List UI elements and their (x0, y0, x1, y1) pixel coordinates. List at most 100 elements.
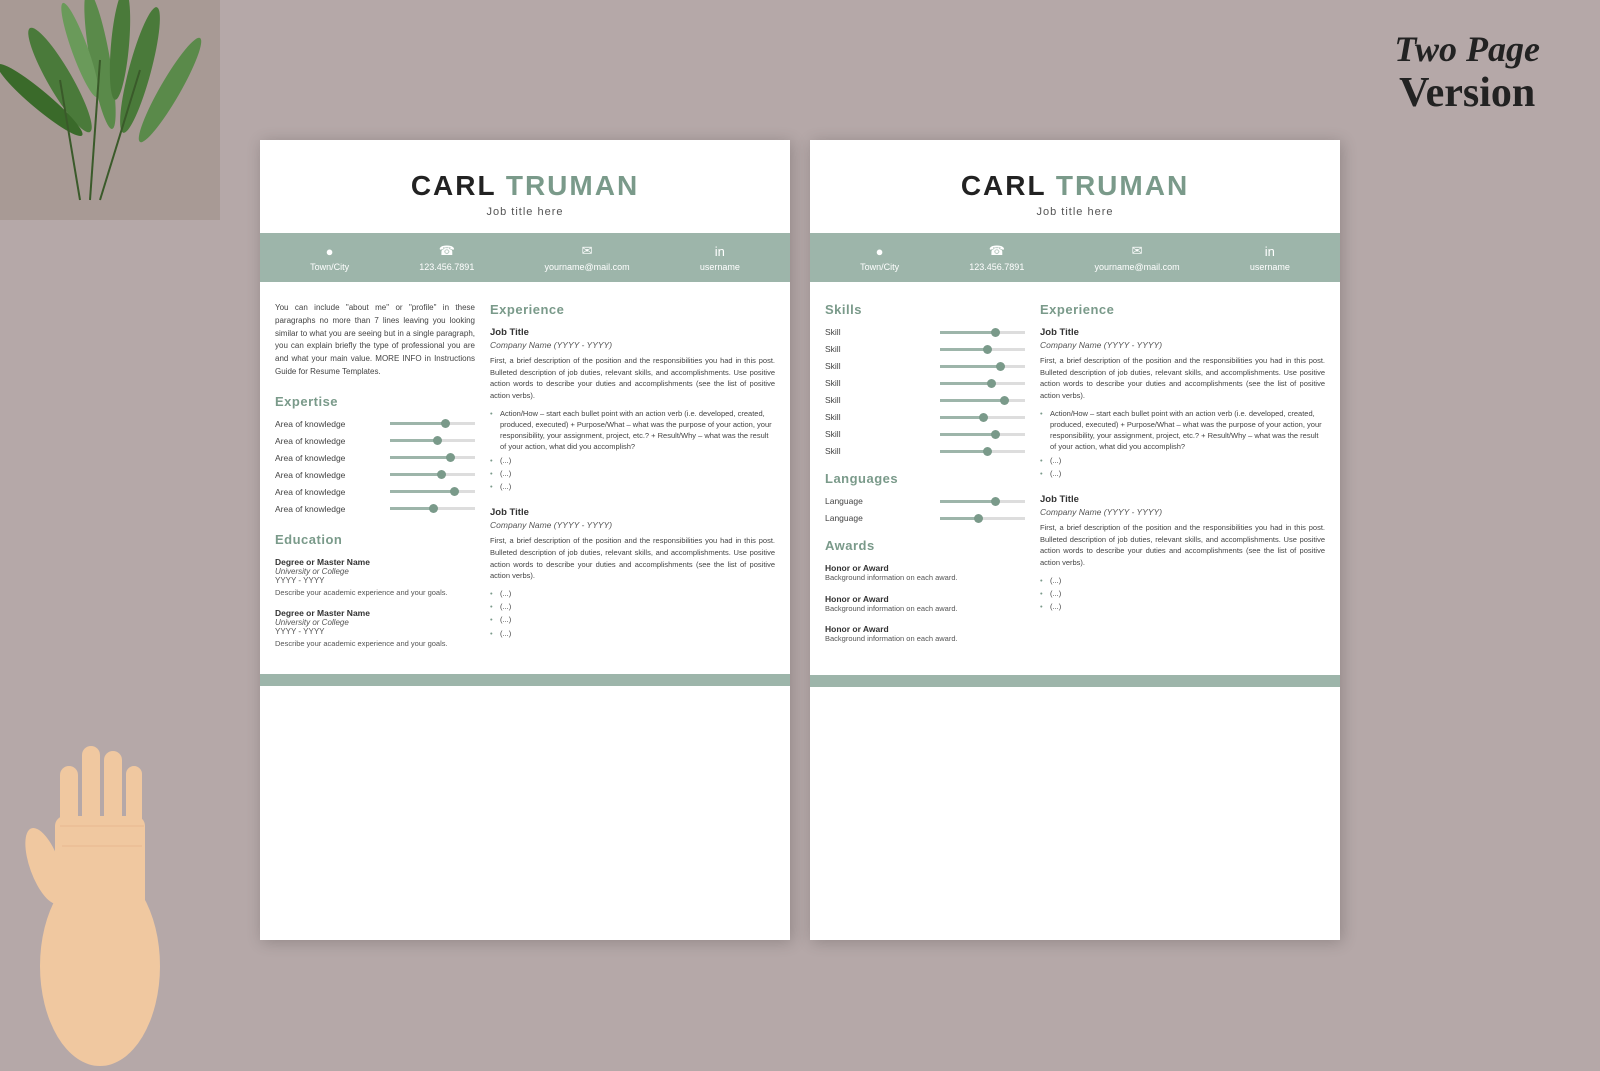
page1-exp-company-1: Company Name (YYYY - YYYY) (490, 340, 775, 350)
page1-exp-job-2: Job Title (490, 507, 775, 518)
p2-bar-3 (940, 365, 1025, 368)
p2-skill-label-2: Skill (825, 344, 920, 354)
page1-body: You can include "about me" or "profile" … (260, 282, 790, 674)
p2-lang-label-1: Language (825, 496, 920, 506)
p2-dot-3 (996, 362, 1005, 371)
p2-skill-2: Skill (825, 344, 1025, 354)
p2-skill-4: Skill (825, 378, 1025, 388)
skill-fill-2 (390, 439, 437, 442)
location-icon: ● (326, 244, 334, 259)
linkedin-icon: in (715, 244, 725, 259)
skill-bar-5 (390, 490, 475, 493)
page2-linkedin-icon: in (1265, 244, 1275, 259)
skill-label-6: Area of knowledge (275, 504, 370, 514)
p2-fill-1 (940, 331, 995, 334)
page2-email-text: yourname@mail.com (1095, 262, 1180, 272)
page2-awards-list: Honor or Award Background information on… (825, 563, 1025, 645)
page2-contact-bar: ● Town/City ☎ 123.456.7891 ✉ yourname@ma… (810, 233, 1340, 282)
page2-email-icon: ✉ (1132, 243, 1143, 259)
page1-expertise-skills: Area of knowledge Area of knowledge (275, 419, 475, 514)
page1-profile-text: You can include "about me" or "profile" … (275, 302, 475, 379)
page1-exp-bullet-1-1: Action/How – start each bullet point wit… (490, 408, 775, 453)
p2-lang-dot-2 (974, 514, 983, 523)
p2-dot-4 (987, 379, 996, 388)
page2-contact-linkedin: in username (1250, 244, 1290, 272)
resume-page2-header: CARL TRUMAN Job title here (810, 140, 1340, 233)
p2-skill-8: Skill (825, 446, 1025, 456)
skill-dot-4 (437, 470, 446, 479)
page1-last-name: TRUMAN (506, 170, 639, 201)
page2-skills-title: Skills (825, 302, 1025, 317)
page2-phone-icon: ☎ (989, 243, 1005, 259)
p2-fill-3 (940, 365, 1000, 368)
page2-location-text: Town/City (860, 262, 899, 272)
page2-awards-title: Awards (825, 538, 1025, 553)
p2-skill-label-6: Skill (825, 412, 920, 422)
page1-exp-bullet-1-3: (...) (490, 468, 775, 479)
skill-fill-4 (390, 473, 441, 476)
p2-skill-7: Skill (825, 429, 1025, 439)
page1-exp-desc-2: First, a brief description of the positi… (490, 535, 775, 582)
skill-dot-5 (450, 487, 459, 496)
page2-exp-company-2: Company Name (YYYY - YYYY) (1040, 507, 1325, 517)
page1-first-name: CARL (411, 170, 496, 201)
p2-fill-8 (940, 450, 987, 453)
p2-dot-1 (991, 328, 1000, 337)
p2-bar-6 (940, 416, 1025, 419)
skill-bar-2 (390, 439, 475, 442)
page1-exp-entry-2: Job Title Company Name (YYYY - YYYY) Fir… (490, 507, 775, 639)
p2-fill-6 (940, 416, 983, 419)
page2-right-column: Experience Job Title Company Name (YYYY … (1040, 302, 1325, 655)
page1-contact-bar: ● Town/City ☎ 123.456.7891 ✉ yourname@ma… (260, 233, 790, 282)
skill-item-4: Area of knowledge (275, 470, 475, 480)
p2-bar-1 (940, 331, 1025, 334)
page2-exp-company-1: Company Name (YYYY - YYYY) (1040, 340, 1325, 350)
skill-fill-5 (390, 490, 454, 493)
page2-exp-bullet-2-1: (...) (1040, 575, 1325, 586)
page2-exp-entry-1: Job Title Company Name (YYYY - YYYY) Fir… (1040, 327, 1325, 479)
skill-dot-1 (441, 419, 450, 428)
page2-exp-job-2: Job Title (1040, 494, 1325, 505)
resume-page1-header: CARL TRUMAN Job title here (260, 140, 790, 233)
page2-last-name: TRUMAN (1056, 170, 1189, 201)
skill-label-2: Area of knowledge (275, 436, 370, 446)
p2-dot-2 (983, 345, 992, 354)
p2-fill-5 (940, 399, 1004, 402)
version-text: Version (1394, 70, 1540, 116)
p2-lang-2: Language (825, 513, 1025, 523)
award-2: Honor or Award Background information on… (825, 594, 1025, 615)
resume-page-2: CARL TRUMAN Job title here ● Town/City ☎… (810, 140, 1340, 940)
p2-dot-5 (1000, 396, 1009, 405)
page1-contact-email: ✉ yourname@mail.com (545, 243, 630, 272)
plant-decoration (0, 0, 220, 220)
page2-languages-list: Language Language (825, 496, 1025, 523)
p2-skill-label-5: Skill (825, 395, 920, 405)
p2-fill-7 (940, 433, 995, 436)
page2-contact-phone: ☎ 123.456.7891 (969, 243, 1024, 272)
p2-lang-label-2: Language (825, 513, 920, 523)
page2-exp-bullet-1-1: Action/How – start each bullet point wit… (1040, 408, 1325, 453)
p2-lang-bar-2 (940, 517, 1025, 520)
page1-exp-entry-1: Job Title Company Name (YYYY - YYYY) Fir… (490, 327, 775, 492)
p2-bar-2 (940, 348, 1025, 351)
edu-year-2: YYYY - YYYY (275, 627, 475, 636)
edu-desc-2: Describe your academic experience and yo… (275, 639, 475, 650)
p2-skill-label-1: Skill (825, 327, 920, 337)
page1-edu-entry-1: Degree or Master Name University or Coll… (275, 557, 475, 599)
p2-fill-2 (940, 348, 987, 351)
page1-contact-location: ● Town/City (310, 244, 349, 272)
page2-languages-title: Languages (825, 471, 1025, 486)
page2-exp-entry-2: Job Title Company Name (YYYY - YYYY) Fir… (1040, 494, 1325, 612)
skill-item-5: Area of knowledge (275, 487, 475, 497)
p2-lang-fill-1 (940, 500, 995, 503)
two-page-text: Two Page (1394, 30, 1540, 70)
p2-bar-4 (940, 382, 1025, 385)
skill-bar-1 (390, 422, 475, 425)
skill-label-3: Area of knowledge (275, 453, 370, 463)
page2-exp-bullet-2-3: (...) (1040, 601, 1325, 612)
page1-exp-desc-1: First, a brief description of the positi… (490, 355, 775, 402)
page1-contact-linkedin: in username (700, 244, 740, 272)
skill-item-3: Area of knowledge (275, 453, 475, 463)
page1-exp-bullet-2-1: (...) (490, 588, 775, 599)
page1-expertise-title: Expertise (275, 394, 475, 409)
